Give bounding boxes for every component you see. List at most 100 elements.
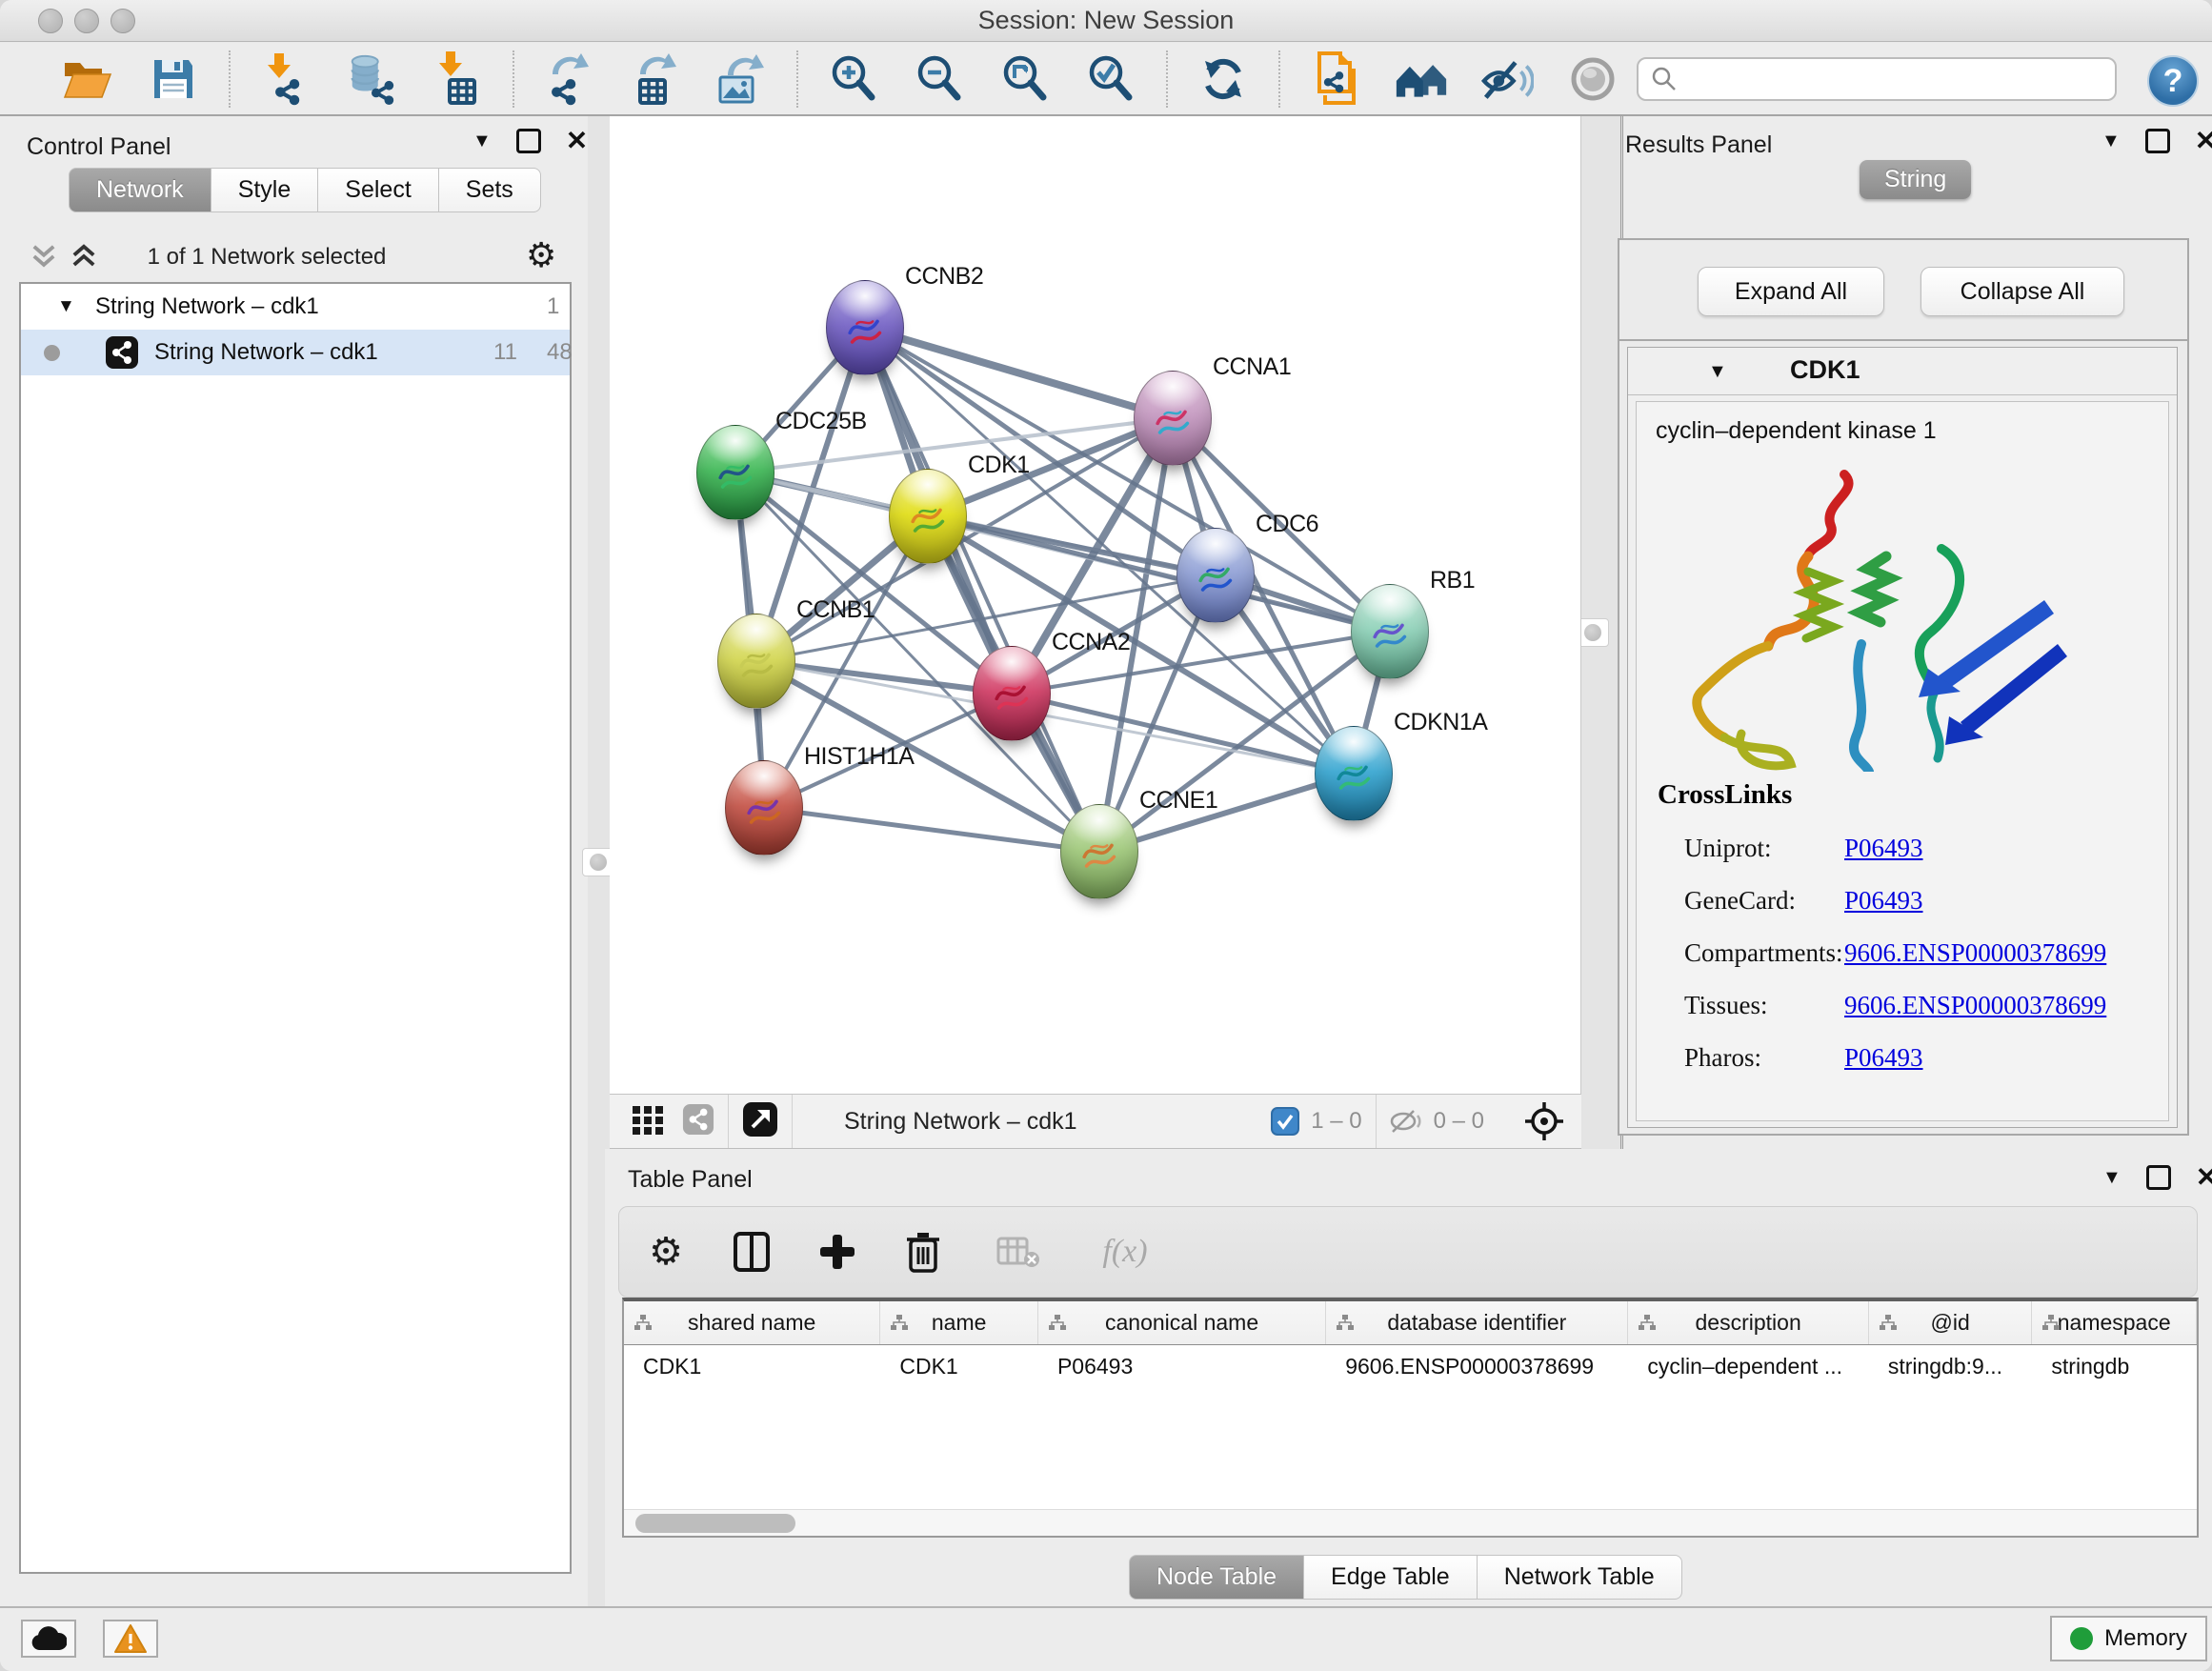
- table-cell[interactable]: stringdb: [2032, 1345, 2197, 1387]
- float-panel-icon[interactable]: [516, 129, 541, 153]
- import-database-icon[interactable]: [345, 52, 398, 106]
- table-cell[interactable]: cyclin–dependent ...: [1628, 1345, 1868, 1387]
- zoom-out-icon[interactable]: [913, 52, 966, 106]
- close-panel-icon[interactable]: ✕: [566, 128, 588, 154]
- control-panel-title: Control Panel: [27, 133, 171, 161]
- network-row[interactable]: String Network – cdk1 11 48: [21, 330, 570, 375]
- tab-node-table[interactable]: Node Table: [1129, 1555, 1304, 1600]
- node-ccna1[interactable]: [1134, 371, 1212, 466]
- table-cell[interactable]: CDK1: [880, 1345, 1038, 1387]
- network-badge-icon[interactable]: [682, 1103, 714, 1140]
- table-cell[interactable]: 9606.ENSP00000378699: [1326, 1345, 1628, 1387]
- warnings-button[interactable]: [103, 1620, 158, 1658]
- export-table-icon[interactable]: [629, 52, 682, 106]
- panel-menu-icon[interactable]: ▼: [2102, 1167, 2122, 1189]
- protein-section-header[interactable]: ▼ CDK1: [1628, 348, 2177, 395]
- string-home-icon[interactable]: [1395, 52, 1448, 106]
- delete-column-trash-icon[interactable]: [901, 1230, 945, 1274]
- tab-edge-table[interactable]: Edge Table: [1304, 1555, 1478, 1600]
- show-columns-icon[interactable]: [730, 1230, 774, 1274]
- column-header-database-identifier[interactable]: database identifier: [1326, 1301, 1628, 1344]
- network-options-gear-icon[interactable]: ⚙: [526, 239, 556, 273]
- node-ccne1[interactable]: [1060, 804, 1138, 899]
- panel-menu-icon[interactable]: ▼: [2101, 131, 2121, 152]
- tab-sets[interactable]: Sets: [439, 168, 541, 212]
- selected-checkbox-icon[interactable]: [1271, 1107, 1299, 1136]
- edge-layer[interactable]: [610, 116, 1581, 1094]
- zoom-selected-icon[interactable]: [1084, 52, 1137, 106]
- memory-button[interactable]: Memory: [2050, 1616, 2207, 1661]
- node-hist1h1a[interactable]: [725, 760, 803, 856]
- column-header--id[interactable]: @id: [1869, 1301, 2033, 1344]
- table-cell[interactable]: CDK1: [624, 1345, 880, 1387]
- duplicate-network-icon[interactable]: [1309, 52, 1362, 106]
- import-table-icon[interactable]: [431, 52, 484, 106]
- table-cell[interactable]: P06493: [1038, 1345, 1326, 1387]
- node-ccna2[interactable]: [973, 646, 1051, 741]
- collapse-all-button[interactable]: Collapse All: [1920, 267, 2124, 316]
- eye-crossed-icon[interactable]: [1480, 52, 1534, 106]
- eye-disabled-icon[interactable]: [1566, 52, 1619, 106]
- table-row[interactable]: CDK1CDK1P064939606.ENSP00000378699cyclin…: [624, 1345, 2197, 1387]
- tab-network[interactable]: Network: [69, 168, 211, 212]
- open-in-window-icon[interactable]: [742, 1101, 778, 1142]
- crosslink-link[interactable]: P06493: [1844, 834, 1923, 863]
- collapse-protein-icon[interactable]: ▼: [1708, 361, 1727, 383]
- close-panel-icon[interactable]: ✕: [2196, 1164, 2212, 1191]
- help-button[interactable]: ?: [2147, 55, 2199, 107]
- node-ccnb2[interactable]: [826, 280, 904, 375]
- tab-select[interactable]: Select: [318, 168, 438, 212]
- node-cdk1[interactable]: [889, 469, 967, 564]
- node-cdkn1a[interactable]: [1315, 726, 1393, 821]
- close-panel-icon[interactable]: ✕: [2195, 128, 2212, 154]
- column-header-canonical-name[interactable]: canonical name: [1038, 1301, 1326, 1344]
- expand-all-button[interactable]: Expand All: [1698, 267, 1884, 316]
- table-options-gear-icon[interactable]: ⚙: [644, 1230, 688, 1274]
- crosslink-link[interactable]: 9606.ENSP00000378699: [1844, 991, 2106, 1020]
- hidden-eye-icon[interactable]: [1390, 1109, 1424, 1134]
- refresh-icon[interactable]: [1196, 52, 1250, 106]
- table-cell[interactable]: stringdb:9...: [1869, 1345, 2033, 1387]
- crosslink-link[interactable]: 9606.ENSP00000378699: [1844, 938, 2106, 968]
- node-label-cdk1: CDK1: [968, 452, 1030, 479]
- export-network-icon[interactable]: [543, 52, 596, 106]
- import-network-icon[interactable]: [259, 52, 312, 106]
- save-session-icon[interactable]: [147, 52, 200, 106]
- tab-string[interactable]: String: [1860, 160, 1971, 199]
- column-header-shared-name[interactable]: shared name: [624, 1301, 880, 1344]
- create-column-icon[interactable]: [815, 1230, 859, 1274]
- right-splitter-handle[interactable]: [1577, 618, 1609, 647]
- zoom-fit-icon[interactable]: [998, 52, 1052, 106]
- collapse-collection-icon[interactable]: ▼: [57, 296, 75, 317]
- export-image-icon[interactable]: [714, 52, 768, 106]
- table-horizontal-scrollbar[interactable]: [624, 1509, 2197, 1536]
- zoom-in-icon[interactable]: [827, 52, 880, 106]
- crosslink-link[interactable]: P06493: [1844, 1043, 1923, 1073]
- open-session-icon[interactable]: [61, 52, 114, 106]
- tab-network-table[interactable]: Network Table: [1478, 1555, 1682, 1600]
- scrollbar-thumb[interactable]: [635, 1514, 795, 1533]
- protein-name: CDK1: [1790, 355, 1860, 385]
- column-header-description[interactable]: description: [1628, 1301, 1868, 1344]
- birdseye-view-icon[interactable]: [1524, 1101, 1564, 1141]
- tab-style[interactable]: Style: [211, 168, 319, 212]
- node-rb1[interactable]: [1351, 584, 1429, 679]
- panel-menu-icon[interactable]: ▼: [473, 131, 492, 152]
- network-collection-row[interactable]: ▼ String Network – cdk1 1: [21, 284, 570, 330]
- node-table[interactable]: shared name name canonical name database…: [622, 1298, 2199, 1538]
- node-cdc6[interactable]: [1176, 528, 1255, 623]
- node-ccnb1[interactable]: [717, 614, 795, 709]
- column-header-namespace[interactable]: namespace: [2032, 1301, 2197, 1344]
- network-canvas[interactable]: CCNB2 CCNA1 CDC25B CDK1 CDC6 RB1 CCNB1 C…: [610, 116, 1581, 1094]
- search-input[interactable]: [1679, 66, 2098, 92]
- cloud-button[interactable]: [21, 1620, 76, 1658]
- column-header-name[interactable]: name: [880, 1301, 1038, 1344]
- float-panel-icon[interactable]: [2145, 129, 2170, 153]
- grid-view-icon[interactable]: [631, 1102, 665, 1141]
- crosslink-link[interactable]: P06493: [1844, 886, 1923, 916]
- crosslink-label: Uniprot:: [1658, 834, 1844, 863]
- node-cdc25b[interactable]: [696, 425, 774, 520]
- crosslinks-section: CrossLinks Uniprot:P06493GeneCard:P06493…: [1658, 779, 2106, 1073]
- search-field[interactable]: [1637, 57, 2117, 101]
- float-panel-icon[interactable]: [2146, 1165, 2171, 1190]
